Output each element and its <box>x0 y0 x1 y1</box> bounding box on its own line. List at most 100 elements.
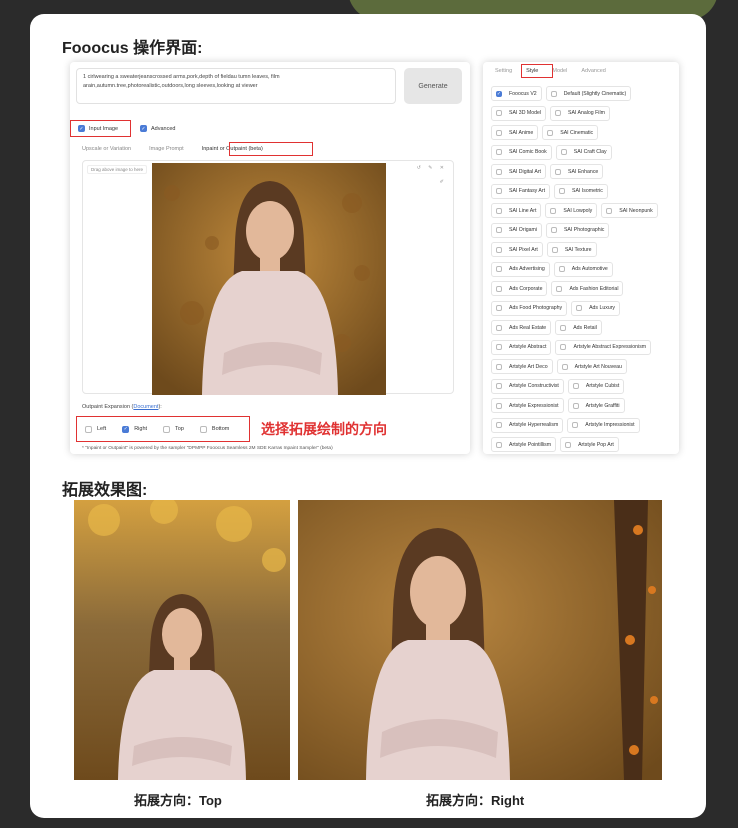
style-option[interactable]: Artstyle Constructivist <box>491 378 564 394</box>
style-option-label: SAI Neonpunk <box>619 207 653 214</box>
style-option[interactable]: Ads Retail <box>555 320 602 336</box>
style-row: Artstyle Pointillism Artstyle Pop Art <box>491 435 671 455</box>
style-option[interactable]: Artstyle Impressionist <box>567 417 640 433</box>
style-panel: Setting Style Model Advanced ✓ Fooocus V2… <box>483 62 679 454</box>
generate-button[interactable]: Generate <box>404 68 462 104</box>
tab-setting[interactable]: Setting <box>495 68 512 74</box>
style-option-label: Ads Luxury <box>589 305 616 312</box>
style-option[interactable]: Ads Real Estate <box>491 320 552 336</box>
style-option[interactable]: Ads Fashion Editorial <box>551 281 624 297</box>
style-row: SAI Fantasy Art SAI Isometric <box>491 182 671 202</box>
style-option[interactable]: Ads Advertising <box>491 261 550 277</box>
style-option[interactable]: SAI Texture <box>546 242 597 258</box>
checkbox-icon <box>572 422 579 429</box>
caption-right: 拓展方向：Right <box>426 793 525 808</box>
checkbox-icon <box>559 188 566 195</box>
style-option-label: Artstyle Hyperrealism <box>509 422 559 429</box>
direction-right[interactable]: ✓ Right <box>122 425 147 433</box>
checkbox-icon <box>558 266 565 273</box>
style-option[interactable]: SAI Enhance <box>550 164 604 180</box>
tab-image-prompt[interactable]: Image Prompt <box>149 146 184 152</box>
style-option-label: Artstyle Cubist <box>585 383 620 390</box>
style-option[interactable]: Artstyle Pop Art <box>560 437 619 453</box>
style-row: SAI Anime SAI Cinematic <box>491 123 671 143</box>
advanced-checkbox[interactable]: ✓ Advanced <box>140 125 175 132</box>
style-option[interactable]: SAI Analog Film <box>550 105 610 121</box>
style-option[interactable]: SAI Fantasy Art <box>491 183 551 199</box>
document-link[interactable]: Document <box>133 404 158 410</box>
result-image-right <box>298 500 662 780</box>
style-option[interactable]: SAI Cinematic <box>542 125 599 141</box>
style-option-label: Default (Slightly Cinematic) <box>563 90 627 97</box>
style-option[interactable]: Artstyle Cubist <box>567 378 625 394</box>
style-option[interactable]: SAI Digital Art <box>491 164 547 180</box>
style-option-label: SAI 3D Model <box>509 110 542 117</box>
style-option[interactable]: Artstyle Pointillism <box>491 437 557 453</box>
style-row: Artstyle Abstract Artstyle Abstract Expre… <box>491 338 671 358</box>
style-row: SAI Digital Art SAI Enhance <box>491 162 671 182</box>
checkbox-icon <box>560 344 567 351</box>
tab-model[interactable]: Model <box>552 68 567 74</box>
checkbox-icon <box>496 207 502 214</box>
style-option[interactable]: SAI Lowpoly <box>545 203 598 219</box>
direction-left[interactable]: Left <box>85 425 106 433</box>
checkbox-checked-icon: ✓ <box>140 125 147 132</box>
direction-annotation: 选择拓展绘制的方向 <box>261 421 387 437</box>
checkbox-icon <box>565 441 572 448</box>
direction-top[interactable]: Top <box>163 425 184 433</box>
style-row: ✓ Fooocus V2 Default (Slightly Cinematic) <box>491 84 671 104</box>
style-option[interactable]: Artstyle Art Deco <box>491 359 553 375</box>
style-option-label: Ads Advertising <box>509 266 545 273</box>
style-option[interactable]: Ads Corporate <box>491 281 548 297</box>
checkbox-icon <box>496 402 502 409</box>
style-option[interactable]: Artstyle Art Nouveau <box>556 359 627 375</box>
style-option[interactable]: Ads Luxury <box>571 300 621 316</box>
style-row: Artstyle Hyperrealism Artstyle Impression… <box>491 416 671 436</box>
tutorial-card: Fooocus 操作界面: 1 cirlwearing a sweaterjea… <box>30 14 706 818</box>
style-option-label: Ads Real Estate <box>509 324 547 331</box>
image-controls[interactable]: ↺ ✎ ✕ <box>417 165 447 171</box>
style-option[interactable]: Ads Automotive <box>553 261 613 277</box>
style-option[interactable]: Artstyle Hyperrealism <box>491 417 564 433</box>
style-option[interactable]: SAI Photographic <box>545 222 610 238</box>
style-option-label: SAI Digital Art <box>509 168 542 175</box>
checkbox-icon <box>496 324 502 331</box>
checkbox-icon <box>496 383 502 390</box>
style-row: SAI Pixel Art SAI Texture <box>491 240 671 260</box>
style-option[interactable]: Ads Food Photography <box>491 300 568 316</box>
checkbox-icon <box>550 227 557 234</box>
checkbox-icon <box>496 110 502 117</box>
checkbox-icon <box>551 246 558 253</box>
style-option[interactable]: SAI Comic Book <box>491 144 552 160</box>
style-option-label: Artstyle Art Nouveau <box>574 363 622 370</box>
direction-bottom[interactable]: Bottom <box>199 425 229 433</box>
style-option[interactable]: Artstyle Graffiti <box>567 398 625 414</box>
outpaint-label-text: Outpaint Expansion ( <box>82 404 134 410</box>
style-option[interactable]: Artstyle Expressionist <box>491 398 564 414</box>
image-canvas[interactable]: Drag above image to here ↺ ✎ ✕ ✐ <box>82 160 454 395</box>
style-option[interactable]: SAI 3D Model <box>491 105 547 121</box>
style-option[interactable]: SAI Anime <box>491 125 539 141</box>
style-option[interactable]: ✓ Fooocus V2 <box>491 86 542 102</box>
outpaint-expansion-label: Outpaint Expansion (Document): <box>82 404 162 410</box>
style-option[interactable]: Artstyle Abstract Expressionism <box>555 339 652 355</box>
brush-icon[interactable]: ✐ <box>440 179 447 185</box>
prompt-textarea[interactable]: 1 cirlwearing a sweaterjeanscrossed arms… <box>76 68 396 104</box>
checkbox-icon <box>576 305 583 312</box>
main-panel: 1 cirlwearing a sweaterjeanscrossed arms… <box>70 62 470 454</box>
style-option[interactable]: Default (Slightly Cinematic) <box>545 86 632 102</box>
tab-upscale[interactable]: Upscale or Variation <box>82 146 131 152</box>
direction-label: Top <box>175 426 184 432</box>
style-option[interactable]: SAI Craft Clay <box>555 144 612 160</box>
style-option[interactable]: SAI Line Art <box>491 203 542 219</box>
checkbox-icon <box>550 90 557 97</box>
style-option[interactable]: Artstyle Abstract <box>491 339 552 355</box>
input-image-checkbox[interactable]: ✓ Input Image <box>78 125 118 132</box>
tab-advanced[interactable]: Advanced <box>581 68 605 74</box>
style-option[interactable]: SAI Origami <box>491 222 542 238</box>
style-option[interactable]: SAI Neonpunk <box>601 203 658 219</box>
style-option[interactable]: SAI Pixel Art <box>491 242 543 258</box>
style-option[interactable]: SAI Isometric <box>554 183 608 199</box>
checkbox-icon <box>496 188 502 195</box>
checkbox-icon <box>572 383 579 390</box>
